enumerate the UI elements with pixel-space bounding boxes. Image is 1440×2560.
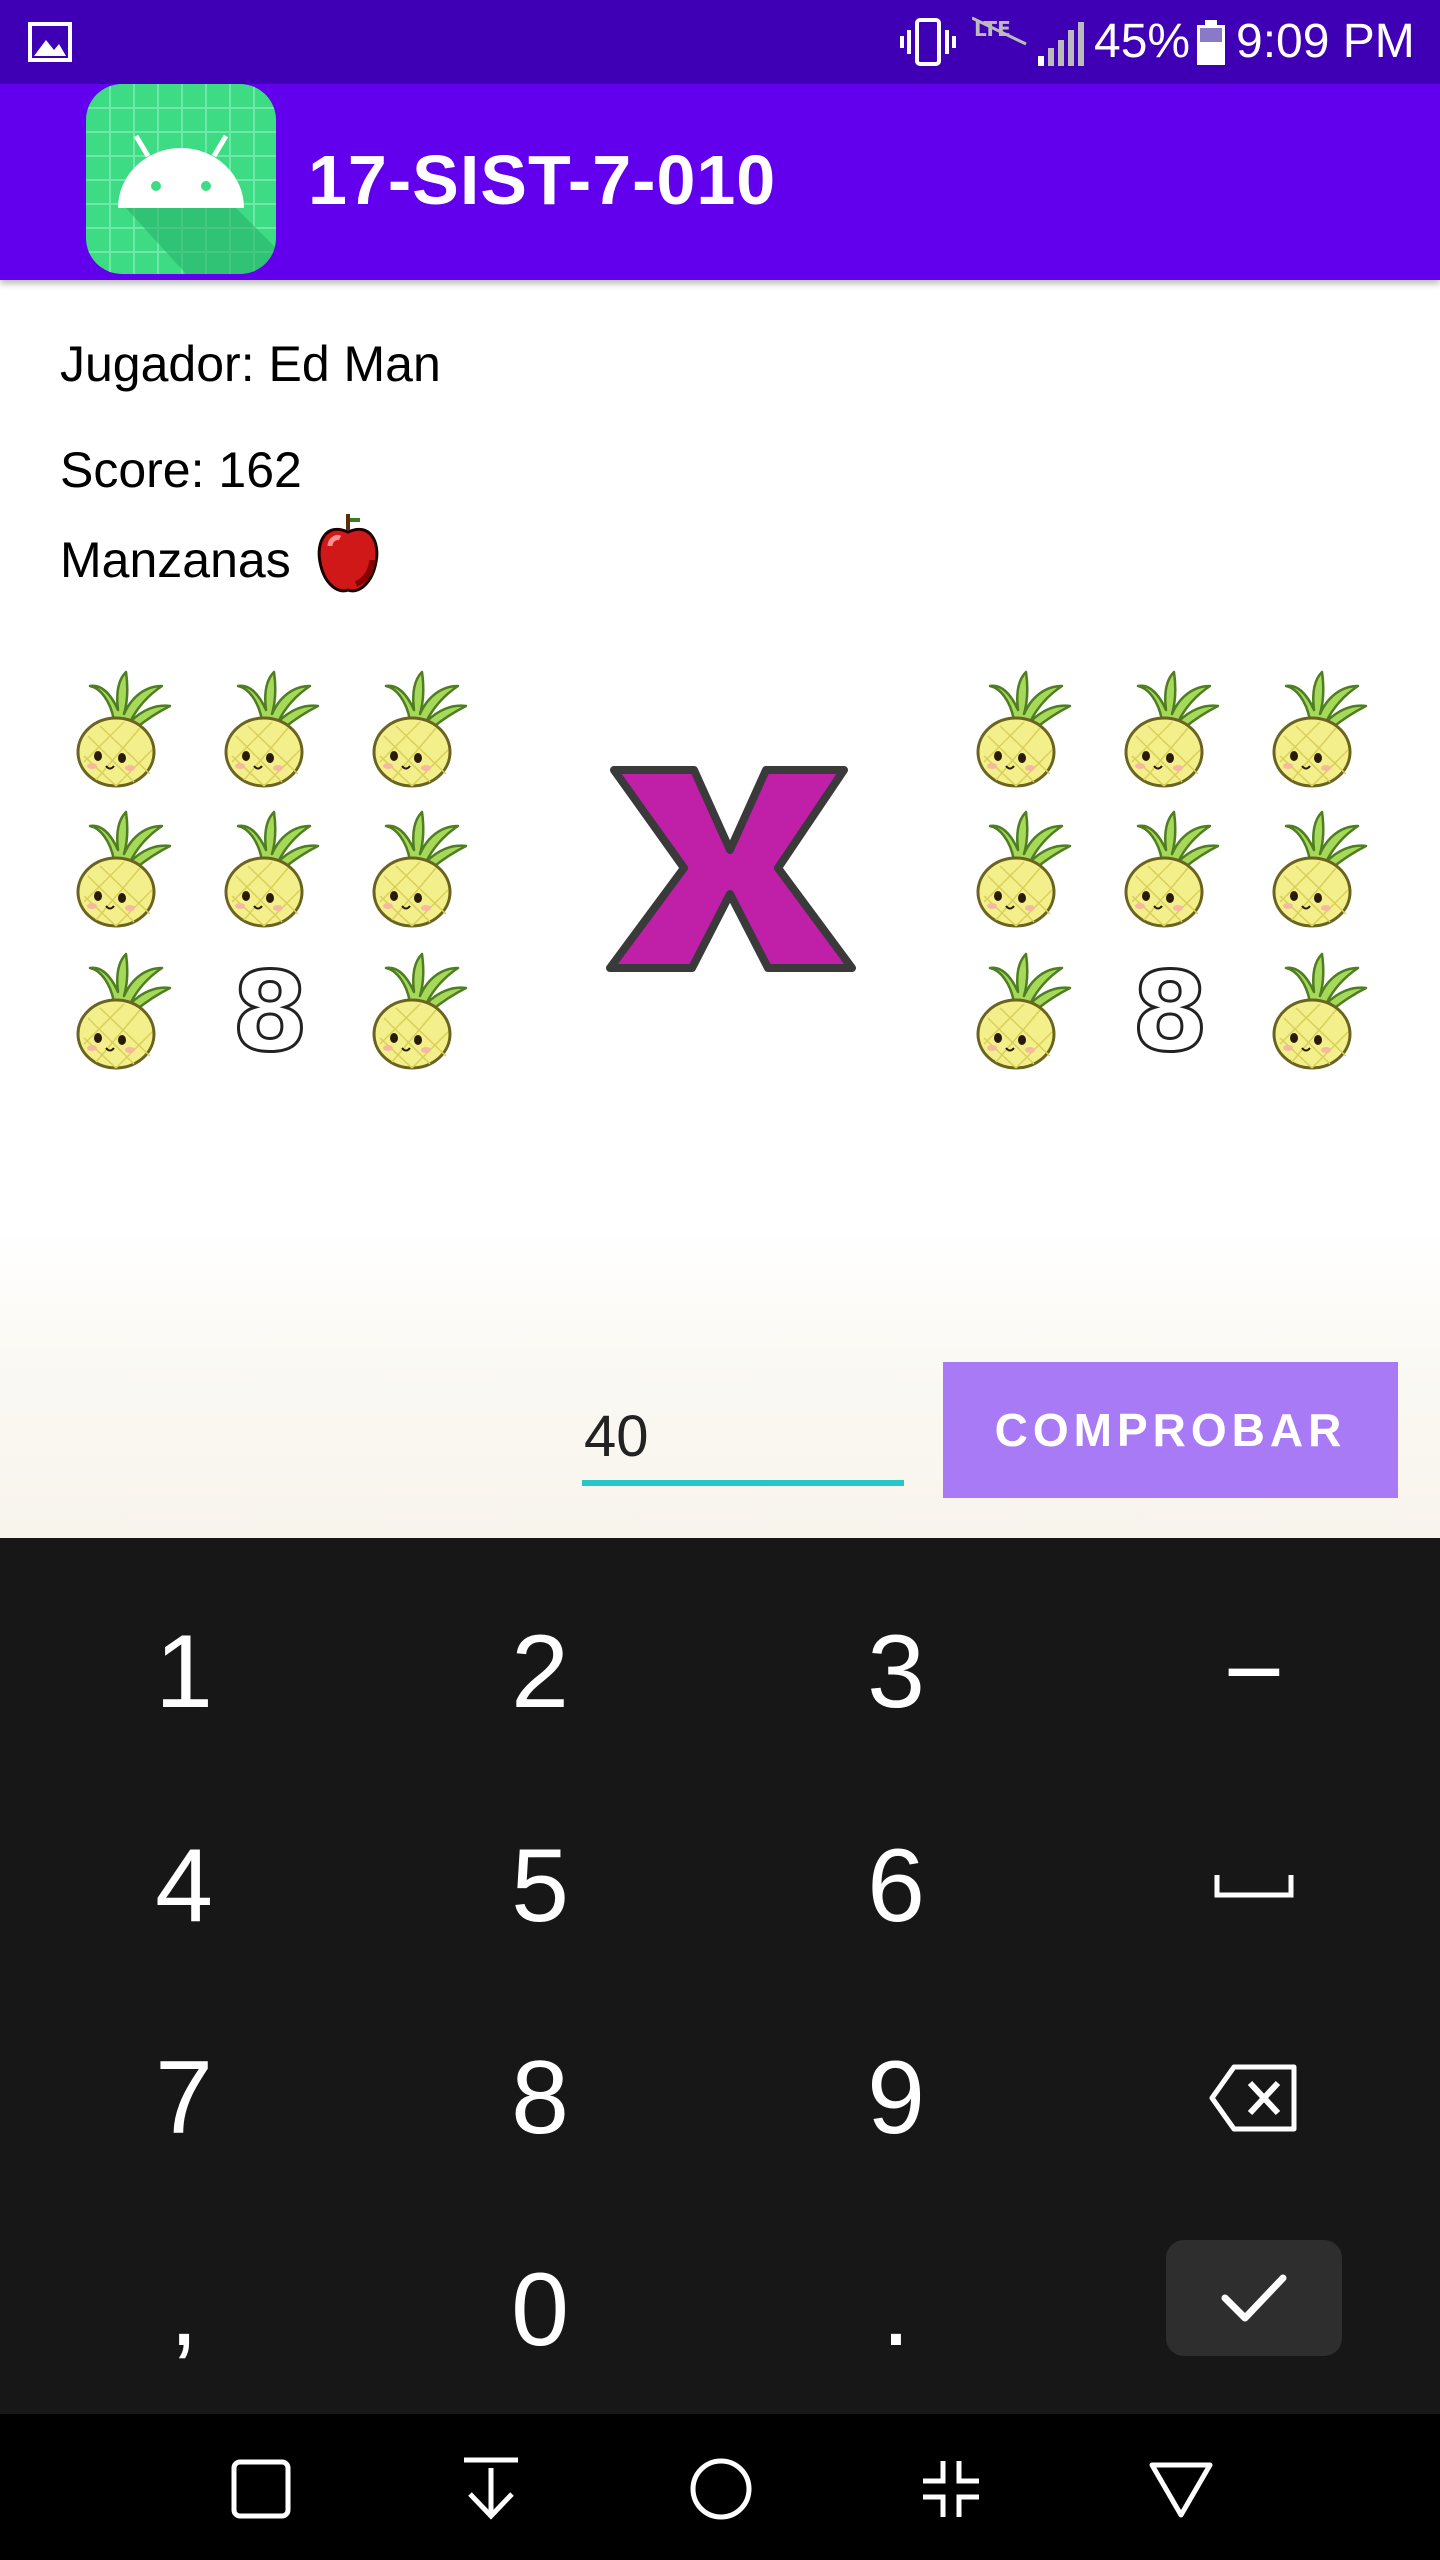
download-button[interactable] xyxy=(456,2454,526,2524)
pineapple-icon xyxy=(76,810,172,928)
key-7[interactable]: 7 xyxy=(34,1998,334,2198)
battery-icon xyxy=(1197,20,1225,65)
fruit-label: Manzanas xyxy=(60,532,291,588)
key-period[interactable]: . xyxy=(746,2210,1046,2410)
key-backspace[interactable] xyxy=(1104,1998,1404,2198)
pineapple-icon xyxy=(1124,810,1220,928)
key-enter[interactable] xyxy=(1166,2240,1342,2356)
check-button[interactable]: COMPROBAR xyxy=(943,1362,1398,1498)
key-5[interactable]: 5 xyxy=(390,1786,690,1986)
check-icon xyxy=(1221,2274,1287,2322)
numeric-keyboard: 1 2 3 − 4 5 6 7 8 9 , 0 . xyxy=(0,1538,1440,2414)
key-2[interactable]: 2 xyxy=(390,1572,690,1772)
status-bar: LTE 45% 9:09 PM xyxy=(0,0,1440,84)
fullscreen-exit-button[interactable] xyxy=(916,2454,986,2524)
lte-off-icon: LTE xyxy=(972,16,1027,46)
download-icon xyxy=(464,2457,518,2520)
key-0[interactable]: 0 xyxy=(390,2210,690,2410)
pineapple-icon xyxy=(1272,810,1368,928)
recent-apps-button[interactable] xyxy=(226,2454,296,2524)
apple-icon xyxy=(317,514,379,593)
pineapple-icon xyxy=(976,670,1072,788)
key-9[interactable]: 9 xyxy=(746,1998,1046,2198)
key-3[interactable]: 3 xyxy=(746,1572,1046,1772)
pineapple-icon xyxy=(76,670,172,788)
navigation-bar xyxy=(0,2414,1440,2560)
space-icon xyxy=(1214,1875,1294,1898)
screen: LTE 45% 9:09 PM xyxy=(0,0,1440,2560)
pineapple-icon xyxy=(1124,670,1220,788)
pineapple-icon xyxy=(372,810,468,928)
key-6[interactable]: 6 xyxy=(746,1786,1046,1986)
key-comma[interactable]: , xyxy=(34,2210,334,2410)
app-bar: 17-SIST-7-010 xyxy=(0,84,1440,280)
pineapple-icon xyxy=(372,952,468,1070)
digit-value: 8 xyxy=(1130,948,1210,1076)
key-minus[interactable]: − xyxy=(1104,1572,1404,1772)
digit-tile: 8 xyxy=(218,952,322,1072)
pineapple-icon xyxy=(372,670,468,788)
left-fruit-grid: 8 xyxy=(70,670,520,1090)
key-1[interactable]: 1 xyxy=(34,1572,334,1772)
multiply-sign xyxy=(606,766,856,972)
vibrate-icon xyxy=(900,18,956,66)
back-icon xyxy=(1149,2462,1213,2518)
answer-input[interactable] xyxy=(582,1392,904,1486)
back-button[interactable] xyxy=(1146,2454,1216,2524)
pineapple-icon xyxy=(224,670,320,788)
android-app-icon xyxy=(86,84,276,274)
pineapple-icon xyxy=(1272,670,1368,788)
key-4[interactable]: 4 xyxy=(34,1786,334,1986)
pineapple-icon xyxy=(976,952,1072,1070)
score: Score: 162 xyxy=(60,442,302,498)
digit-value: 8 xyxy=(230,948,310,1076)
fullscreen-exit-icon xyxy=(923,2461,979,2517)
gallery-icon xyxy=(28,22,72,62)
player-name: Jugador: Ed Man xyxy=(60,336,441,392)
home-button[interactable] xyxy=(686,2454,756,2524)
clock: 9:09 PM xyxy=(1236,15,1415,68)
key-8[interactable]: 8 xyxy=(390,1998,690,2198)
key-space[interactable] xyxy=(1104,1786,1404,1986)
app-title: 17-SIST-7-010 xyxy=(308,141,777,219)
pineapple-icon xyxy=(224,810,320,928)
pineapple-icon xyxy=(1272,952,1368,1070)
digit-tile: 8 xyxy=(1118,952,1222,1072)
backspace-icon xyxy=(1209,2064,1297,2132)
home-icon xyxy=(690,2458,752,2520)
signal-icon xyxy=(1038,22,1084,66)
battery-percent: 45% xyxy=(1094,15,1191,68)
pineapple-icon xyxy=(76,952,172,1070)
pineapple-icon xyxy=(976,810,1072,928)
right-fruit-grid: 8 xyxy=(970,670,1420,1090)
recent-apps-icon xyxy=(231,2459,291,2519)
